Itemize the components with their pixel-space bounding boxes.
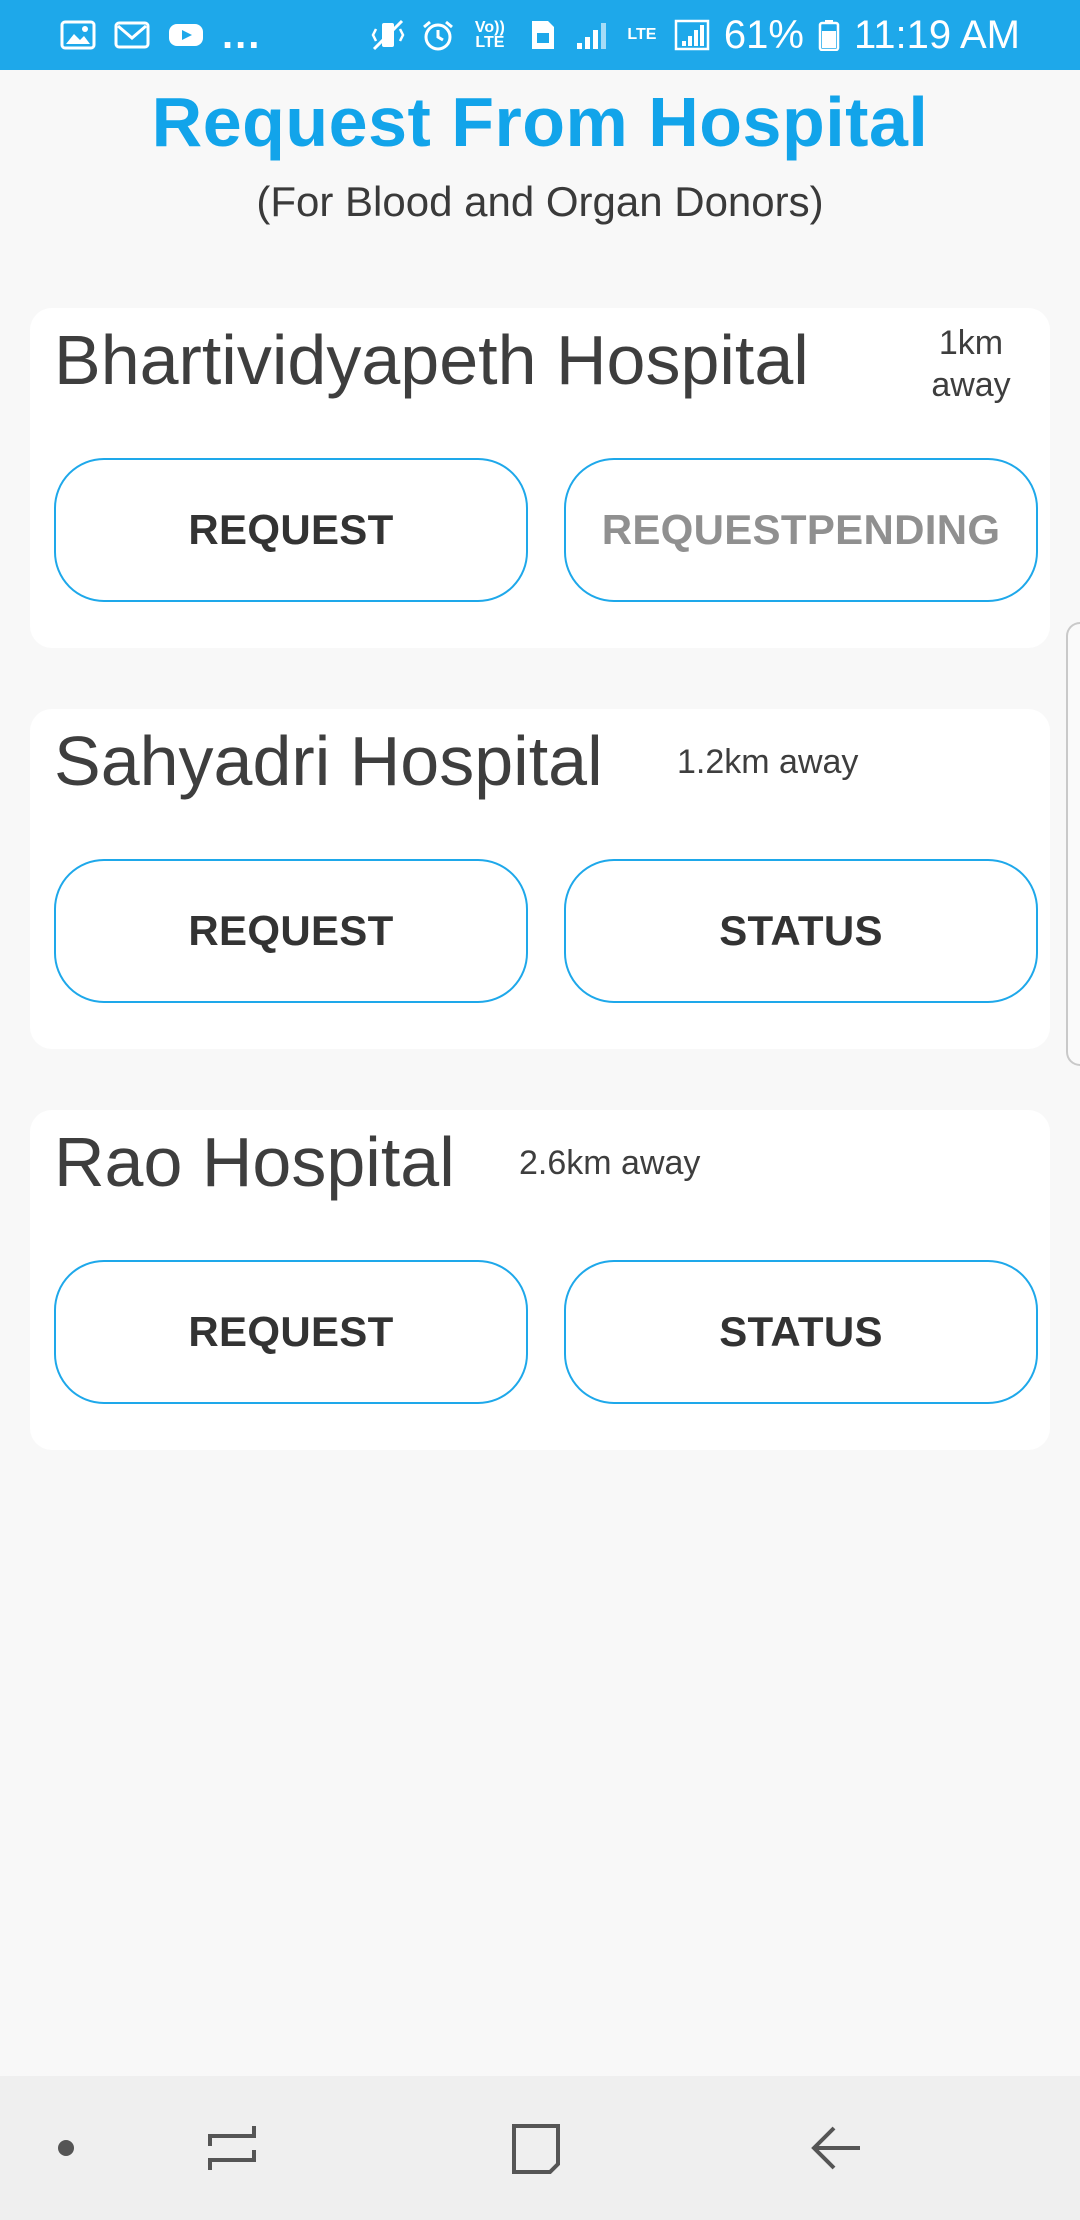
hospital-name: Bhartividyapeth Hospital [54, 321, 809, 399]
distance-suffix: away [931, 366, 1011, 404]
hospital-name: Sahyadri Hospital [54, 722, 603, 800]
more-notifications: ... [222, 13, 262, 57]
request-pending-button[interactable]: REQUESTPENDING [564, 458, 1038, 602]
youtube-icon [168, 19, 204, 51]
hospital-name: Rao Hospital [54, 1123, 455, 1201]
vibrate-mute-icon [370, 19, 406, 51]
clock: 11:19 AM [853, 13, 1020, 57]
signal-icon-2 [674, 19, 710, 51]
hospital-distance: 2.6km away [519, 1144, 701, 1182]
gallery-icon [60, 19, 96, 51]
dot-icon[interactable] [36, 2076, 96, 2220]
system-icons: Vo)) LTE LTE 61% 11:19 AM [370, 15, 1020, 55]
recent-apps-icon[interactable] [192, 2076, 272, 2220]
request-button[interactable]: REQUEST [54, 458, 528, 602]
hospital-card: Bhartividyapeth Hospital 1km away REQUES… [30, 308, 1050, 648]
edge-panel-handle[interactable] [1066, 622, 1080, 1066]
status-bar: ... Vo)) LTE LTE 61% 11:19 AM [0, 0, 1080, 70]
battery-percent: 61% [723, 13, 804, 57]
sim-icon [524, 19, 560, 51]
request-button[interactable]: REQUEST [54, 859, 528, 1003]
home-icon[interactable] [496, 2076, 576, 2220]
hospital-card: Rao Hospital 2.6km away REQUEST STATUS [30, 1110, 1050, 1450]
back-icon[interactable] [796, 2076, 876, 2220]
distance-value: 1km [938, 324, 1004, 362]
volte-indicator: Vo)) LTE [474, 18, 505, 51]
screen: ... Vo)) LTE LTE 61% 11:19 AM Request Fr… [0, 0, 1080, 2220]
status-button[interactable]: STATUS [564, 859, 1038, 1003]
alarm-icon [420, 19, 456, 51]
battery-icon [818, 19, 840, 51]
hospital-distance: 1.2km away [677, 743, 859, 781]
hospital-distance: 1km away [916, 322, 1026, 406]
page-title: Request From Hospital [151, 83, 929, 161]
hospital-card: Sahyadri Hospital 1.2km away REQUEST STA… [30, 709, 1050, 1049]
request-button[interactable]: REQUEST [54, 1260, 528, 1404]
status-button[interactable]: STATUS [564, 1260, 1038, 1404]
notification-icons: ... [60, 15, 261, 55]
gmail-icon [114, 19, 150, 51]
navigation-bar [0, 2076, 1080, 2220]
page-subtitle: (For Blood and Organ Donors) [256, 178, 824, 225]
lte-indicator: LTE [627, 26, 657, 44]
signal-icon [574, 19, 610, 51]
